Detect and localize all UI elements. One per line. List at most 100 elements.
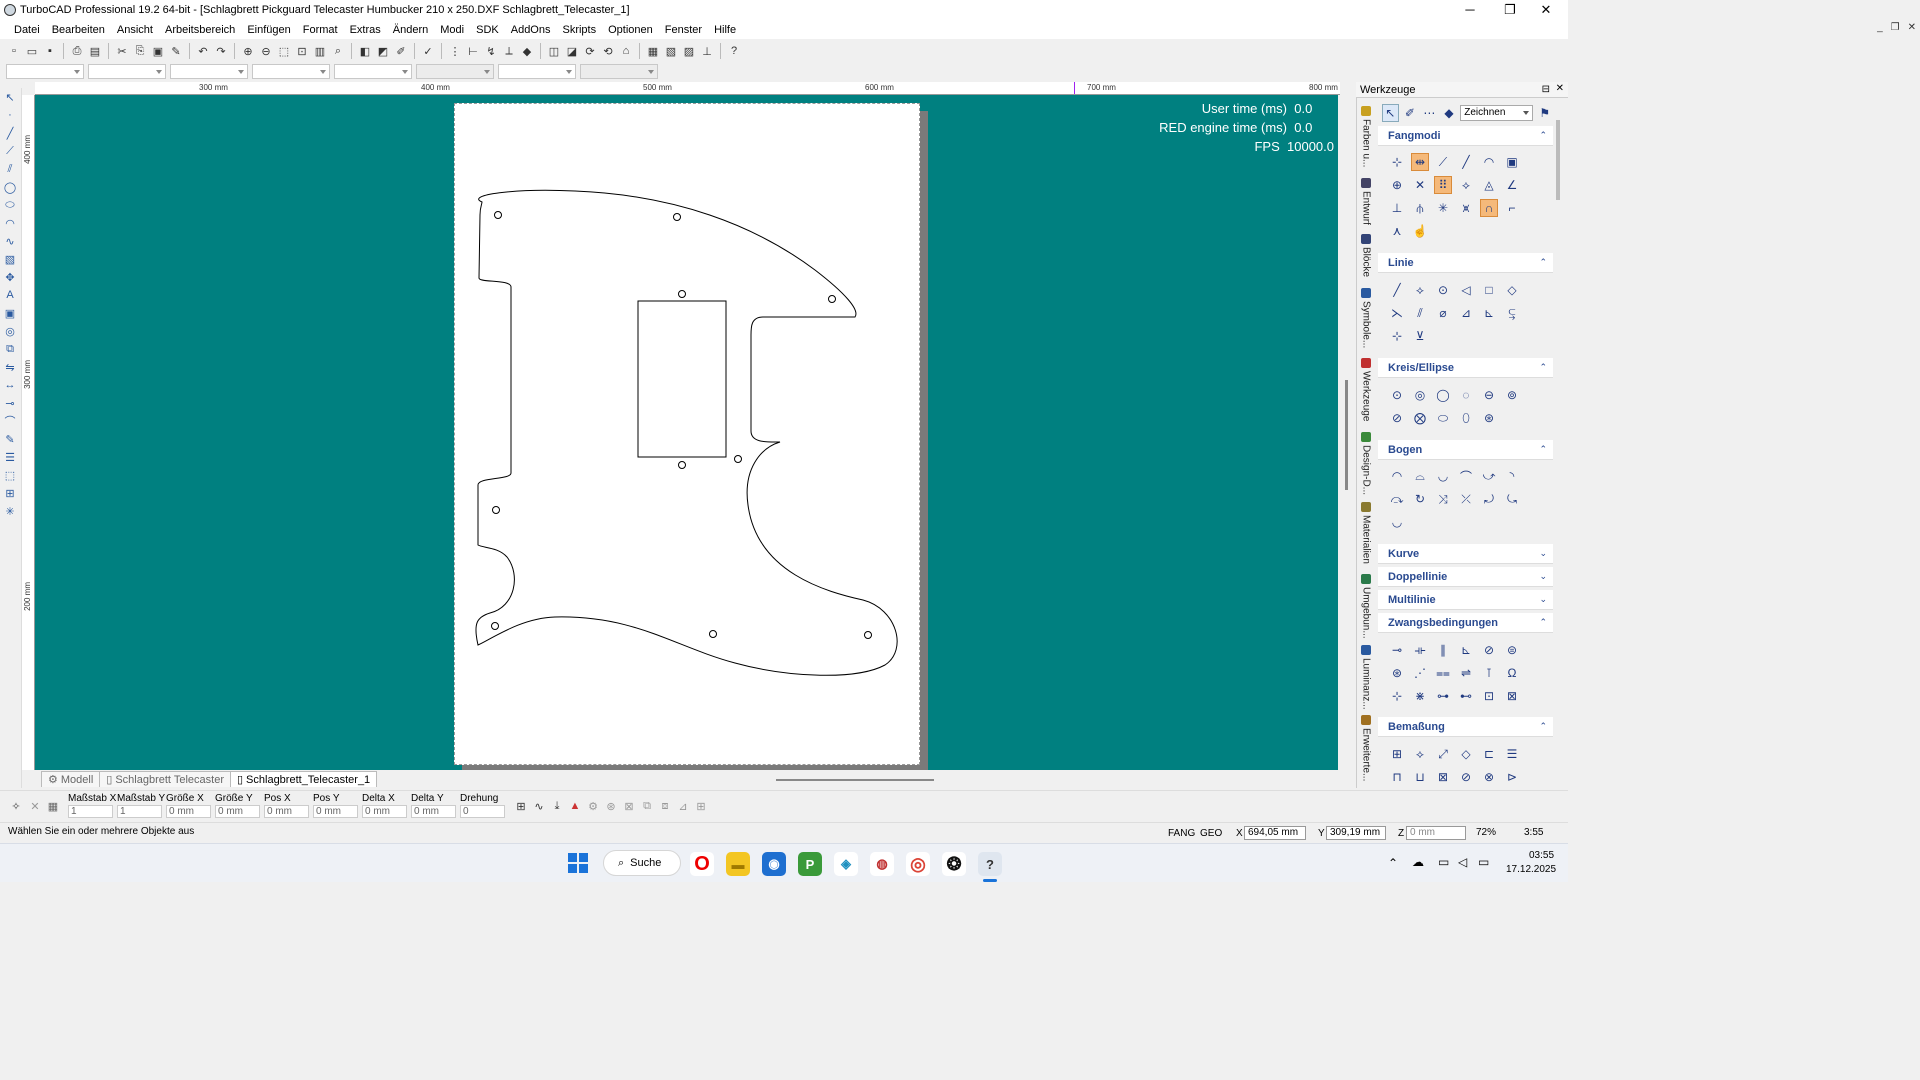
expand-icon[interactable]: ⌄	[1539, 548, 1547, 559]
text-icon[interactable]: A	[0, 286, 20, 304]
arc-quarter-icon[interactable]: ◝	[1503, 467, 1521, 485]
gear-icon[interactable]: ⚙	[585, 798, 601, 814]
save-icon[interactable]: ▪	[42, 43, 58, 59]
dimension-icon[interactable]: ↔	[0, 376, 20, 394]
arc-center-icon[interactable]: ◠	[1388, 467, 1406, 485]
canvas-vertical-scroll-thumb[interactable]	[1345, 380, 1348, 490]
snap-perpendicular-icon[interactable]: ⊥	[1388, 199, 1406, 217]
triangle-icon[interactable]: ◁	[1457, 281, 1475, 299]
layers-icon[interactable]: ☰	[0, 448, 20, 466]
orbit-icon[interactable]: ⟳	[582, 43, 598, 59]
mdi-close-button[interactable]: ✕	[1908, 22, 1916, 33]
vtab-werkzeuge[interactable]: Werkzeuge	[1358, 358, 1374, 421]
snap-quadrant-icon[interactable]: ⊕	[1388, 176, 1406, 194]
block-icon[interactable]: ▣	[0, 304, 20, 322]
arc-half-icon[interactable]: ◡	[1388, 513, 1406, 531]
grid-select-icon[interactable]: ⊞	[693, 798, 709, 814]
tab-modell[interactable]: ⚙ Modell	[41, 771, 101, 787]
menu-skripts[interactable]: Skripts	[556, 24, 602, 36]
linewidth-combo[interactable]	[252, 63, 330, 79]
transform-icon[interactable]: ⊞	[513, 798, 529, 814]
snap-magnet-icon[interactable]: ∩	[1480, 199, 1498, 217]
snap-middle-icon[interactable]: ⇹	[1411, 153, 1429, 171]
trim-icon[interactable]: ⤓	[549, 798, 565, 814]
collapse-icon[interactable]: ⌃	[1539, 444, 1547, 455]
circle-icon[interactable]: ◯	[0, 178, 20, 196]
zoom-window-icon[interactable]: ⬚	[276, 43, 292, 59]
snap-cursor-icon[interactable]: ⊢	[465, 43, 481, 59]
constraint-symmetric-icon[interactable]: ⇌	[1457, 664, 1475, 682]
bounding-box-icon[interactable]: ⬚	[0, 466, 20, 484]
snap-apex-icon[interactable]: ◬	[1480, 176, 1498, 194]
menu-aendern[interactable]: Ändern	[387, 24, 434, 36]
triangle-select-icon[interactable]: ▲	[567, 798, 583, 814]
paste-icon[interactable]: ▣	[150, 43, 166, 59]
zoom-page-icon[interactable]: ▥	[312, 43, 328, 59]
chrome-icon[interactable]: ◎	[906, 852, 930, 876]
x-coordinate-field[interactable]: 694,05 mm	[1244, 826, 1306, 840]
collapse-icon[interactable]: ⌃	[1539, 721, 1547, 732]
snap-vertex-icon[interactable]: ⊹	[1388, 153, 1406, 171]
measure-icon[interactable]: ⊸	[0, 394, 20, 412]
dim-parallel-icon[interactable]: ⟡	[1411, 745, 1429, 763]
vtab-erweiterte[interactable]: Erweiterte...	[1358, 715, 1374, 781]
print-icon[interactable]: ⎙	[69, 43, 85, 59]
ucs-icon[interactable]: ⊥	[699, 43, 715, 59]
zoom-previous-icon[interactable]: ⌕	[330, 43, 346, 59]
delta-y-input[interactable]: 0 mm	[411, 805, 456, 818]
mdi-minimize-button[interactable]: _	[1877, 22, 1883, 33]
material-combo[interactable]	[498, 63, 576, 79]
circle-tangent-icon[interactable]: ⊖	[1480, 386, 1498, 404]
section-kreis-ellipse[interactable]: Kreis/Ellipse ⌃	[1378, 358, 1553, 378]
fillet-icon[interactable]: ⌒	[0, 412, 20, 430]
double-line-icon[interactable]: ⫽	[0, 160, 20, 178]
dim-angular-icon[interactable]: ◇	[1457, 745, 1475, 763]
rectangle-icon[interactable]: □	[1480, 281, 1498, 299]
constraint-horizontal-dist-icon[interactable]: ⊶	[1434, 687, 1452, 705]
constraint-coincident-icon[interactable]: ⊛	[1388, 664, 1406, 682]
box-icon[interactable]: ⊠	[621, 798, 637, 814]
cancel-icon[interactable]: ✕	[27, 798, 43, 814]
arc-elliptical-icon[interactable]: ⤾	[1480, 490, 1498, 508]
panel-close-icon[interactable]: ✕	[1556, 83, 1564, 94]
snap-line-icon[interactable]: ╱	[1457, 153, 1475, 171]
view-iso-icon[interactable]: ◪	[564, 43, 580, 59]
canvas-horizontal-scroll-thumb[interactable]	[776, 779, 934, 781]
snap-magnetic-icon[interactable]: ✳	[1434, 199, 1452, 217]
publisher-icon[interactable]: P	[798, 852, 822, 876]
rotation-input[interactable]: 0	[460, 805, 505, 818]
constraint-distance-icon[interactable]: ⊹	[1388, 687, 1406, 705]
vtab-bloecke[interactable]: Blöcke	[1358, 234, 1374, 277]
vtab-design-director[interactable]: Design-D...	[1358, 432, 1374, 495]
snap-fang-indicator[interactable]: FANG	[1168, 828, 1195, 839]
arc-double-icon[interactable]: ◡	[1434, 467, 1452, 485]
menu-hilfe[interactable]: Hilfe	[708, 24, 742, 36]
snap-arc-icon[interactable]: ◠	[1480, 153, 1498, 171]
camera-icon[interactable]: ⌂	[618, 43, 634, 59]
arc-free-icon[interactable]: ⤿	[1503, 490, 1521, 508]
circle-multi-icon[interactable]: ⊚	[1503, 386, 1521, 404]
menu-optionen[interactable]: Optionen	[602, 24, 659, 36]
snap-drawing-aid-icon[interactable]: ⩙	[1457, 199, 1475, 217]
file-explorer-icon[interactable]: ▬	[726, 852, 750, 876]
select-edit-icon[interactable]: ✐	[1402, 104, 1419, 122]
windows-start-icon[interactable]	[568, 853, 588, 873]
polygon-icon[interactable]: ⊙	[1434, 281, 1452, 299]
offset-line-icon[interactable]: ⥹	[1503, 304, 1521, 322]
battery-icon[interactable]: ▭	[1478, 855, 1489, 869]
snap-angle-icon[interactable]: ∠	[1503, 176, 1521, 194]
delta-x-input[interactable]: 0 mm	[362, 805, 407, 818]
snap-hand-icon[interactable]: ☝	[1411, 222, 1429, 240]
parallel-line-icon[interactable]: ⫽	[1411, 304, 1429, 322]
dim-radius-icon[interactable]: ⊠	[1434, 768, 1452, 786]
media-app-icon[interactable]: ◍	[870, 852, 894, 876]
settings-icon[interactable]: ⊛	[603, 798, 619, 814]
minimize-button[interactable]: ─	[1452, 0, 1488, 20]
drawing-canvas[interactable]: User time (ms) 0.0 RED engine time (ms) …	[35, 95, 1338, 770]
z-coordinate-field[interactable]: 0 mm	[1406, 826, 1466, 840]
section-bemassung[interactable]: Bemaßung ⌃	[1378, 717, 1553, 737]
arc-tangent-icon[interactable]: ⤻	[1480, 467, 1498, 485]
edit-icon[interactable]: ◎	[0, 322, 20, 340]
vtab-luminanz[interactable]: Luminanz...	[1358, 645, 1374, 710]
bisect-line-icon[interactable]: ⊿	[1457, 304, 1475, 322]
